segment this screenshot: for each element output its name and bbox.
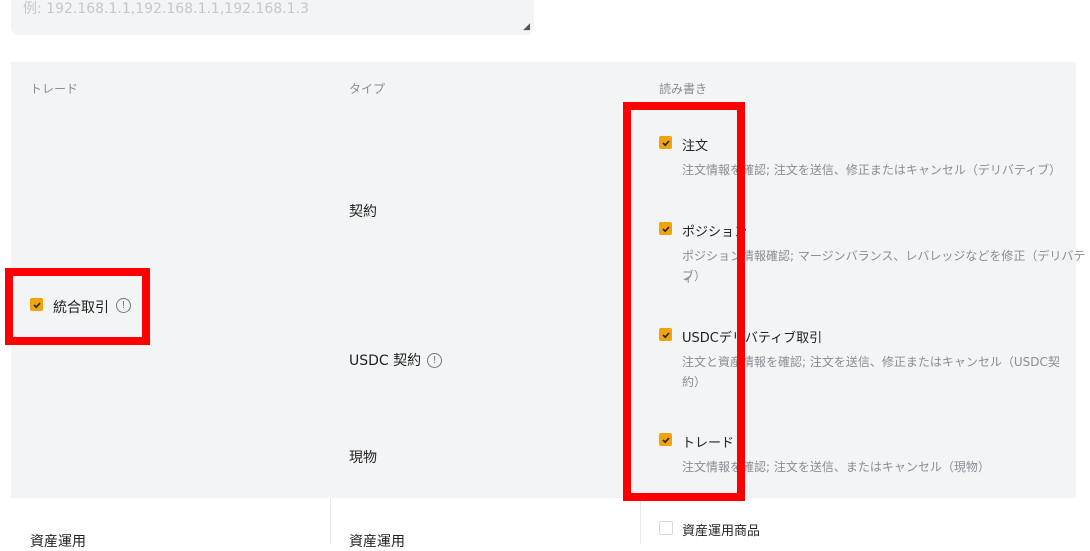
resize-handle-icon[interactable]: ◢ bbox=[523, 22, 530, 32]
type-contract: 契約 bbox=[349, 204, 377, 220]
header-read-write: 読み書き bbox=[659, 82, 708, 96]
ip-whitelist-textarea[interactable]: 例: 192.168.1.1,192.168.1.1,192.168.1.3 ◢ bbox=[11, 0, 534, 35]
perm-asset-products-checkbox[interactable] bbox=[659, 521, 673, 535]
highlight-box-group bbox=[5, 268, 150, 345]
table-row bbox=[11, 498, 1076, 544]
highlight-box-permissions bbox=[623, 102, 745, 501]
info-icon[interactable]: ! bbox=[427, 352, 443, 368]
row2-trade: 資産運用 bbox=[30, 534, 86, 550]
header-type: タイプ bbox=[349, 82, 386, 96]
type-usdc-contract-label: USDC 契約 bbox=[349, 353, 422, 369]
ip-placeholder: 例: 192.168.1.1,192.168.1.1,192.168.1.3 bbox=[23, 1, 309, 17]
header-trade: トレード bbox=[30, 82, 79, 96]
type-usdc-contract: USDC 契約! bbox=[349, 350, 443, 370]
type-spot: 現物 bbox=[349, 450, 377, 466]
column-divider bbox=[330, 498, 331, 544]
column-divider bbox=[640, 498, 641, 544]
row2-type: 資産運用 bbox=[349, 534, 405, 550]
perm-asset-products-label: 資産運用商品 bbox=[682, 524, 761, 539]
